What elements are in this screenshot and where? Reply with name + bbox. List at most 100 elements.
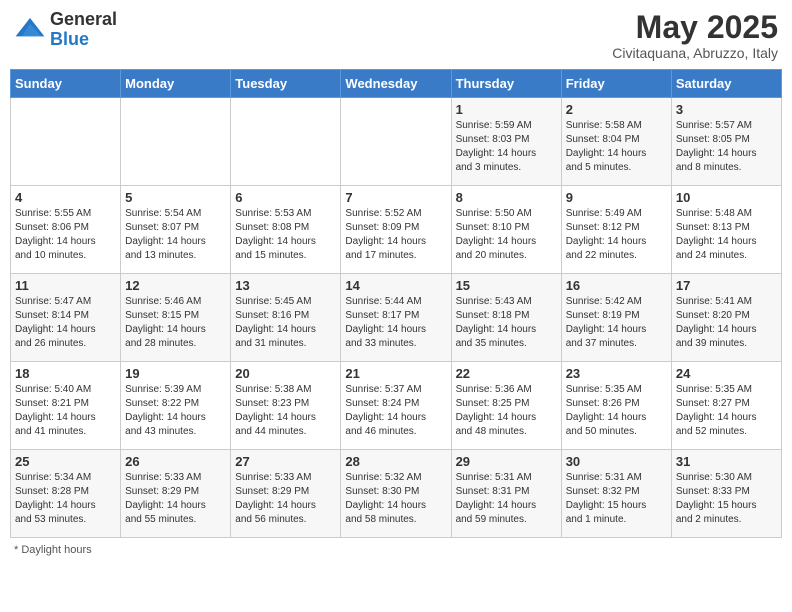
calendar-cell: 22 Sunrise: 5:36 AM Sunset: 8:25 PM Dayli… (451, 362, 561, 450)
month-title: May 2025 (612, 10, 778, 45)
calendar-cell: 17 Sunrise: 5:41 AM Sunset: 8:20 PM Dayli… (671, 274, 781, 362)
day-info: Sunrise: 5:34 AM Sunset: 8:28 PM Dayligh… (15, 471, 116, 527)
day-number: 1 (456, 102, 557, 117)
weekday-header-friday: Friday (561, 70, 671, 98)
footer-text: Daylight hours (21, 544, 91, 556)
day-info: Sunrise: 5:49 AM Sunset: 8:12 PM Dayligh… (566, 207, 667, 263)
calendar-cell: 23 Sunrise: 5:35 AM Sunset: 8:26 PM Dayli… (561, 362, 671, 450)
weekday-header-tuesday: Tuesday (231, 70, 341, 98)
day-number: 28 (345, 454, 446, 469)
day-info: Sunrise: 5:53 AM Sunset: 8:08 PM Dayligh… (235, 207, 336, 263)
day-number: 9 (566, 190, 667, 205)
day-number: 7 (345, 190, 446, 205)
day-info: Sunrise: 5:39 AM Sunset: 8:22 PM Dayligh… (125, 383, 226, 439)
day-number: 14 (345, 278, 446, 293)
day-info: Sunrise: 5:31 AM Sunset: 8:32 PM Dayligh… (566, 471, 667, 527)
calendar-cell: 7 Sunrise: 5:52 AM Sunset: 8:09 PM Daylig… (341, 186, 451, 274)
calendar-cell: 6 Sunrise: 5:53 AM Sunset: 8:08 PM Daylig… (231, 186, 341, 274)
calendar-cell: 30 Sunrise: 5:31 AM Sunset: 8:32 PM Dayli… (561, 450, 671, 538)
day-number: 17 (676, 278, 777, 293)
day-info: Sunrise: 5:38 AM Sunset: 8:23 PM Dayligh… (235, 383, 336, 439)
calendar-cell: 24 Sunrise: 5:35 AM Sunset: 8:27 PM Dayli… (671, 362, 781, 450)
day-number: 13 (235, 278, 336, 293)
day-number: 25 (15, 454, 116, 469)
day-number: 10 (676, 190, 777, 205)
page-header: General Blue May 2025 Civitaquana, Abruz… (10, 10, 782, 61)
day-info: Sunrise: 5:41 AM Sunset: 8:20 PM Dayligh… (676, 295, 777, 351)
calendar-cell: 21 Sunrise: 5:37 AM Sunset: 8:24 PM Dayli… (341, 362, 451, 450)
week-row-4: 18 Sunrise: 5:40 AM Sunset: 8:21 PM Dayli… (11, 362, 782, 450)
calendar-cell: 25 Sunrise: 5:34 AM Sunset: 8:28 PM Dayli… (11, 450, 121, 538)
calendar-cell: 20 Sunrise: 5:38 AM Sunset: 8:23 PM Dayli… (231, 362, 341, 450)
weekday-header-thursday: Thursday (451, 70, 561, 98)
day-number: 6 (235, 190, 336, 205)
day-number: 5 (125, 190, 226, 205)
week-row-1: 1 Sunrise: 5:59 AM Sunset: 8:03 PM Daylig… (11, 98, 782, 186)
day-number: 18 (15, 366, 116, 381)
day-number: 12 (125, 278, 226, 293)
day-number: 15 (456, 278, 557, 293)
calendar-cell: 12Sunrise: 5:46 AM Sunset: 8:15 PM Dayli… (121, 274, 231, 362)
logo-blue-text: Blue (50, 30, 117, 50)
calendar-cell: 28 Sunrise: 5:32 AM Sunset: 8:30 PM Dayli… (341, 450, 451, 538)
day-number: 3 (676, 102, 777, 117)
day-info: Sunrise: 5:50 AM Sunset: 8:10 PM Dayligh… (456, 207, 557, 263)
day-info: Sunrise: 5:52 AM Sunset: 8:09 PM Dayligh… (345, 207, 446, 263)
logo-text: General Blue (50, 10, 117, 50)
logo-icon (14, 14, 46, 46)
day-number: 20 (235, 366, 336, 381)
calendar-cell: 18 Sunrise: 5:40 AM Sunset: 8:21 PM Dayli… (11, 362, 121, 450)
calendar-cell: 16 Sunrise: 5:42 AM Sunset: 8:19 PM Dayli… (561, 274, 671, 362)
day-info: Sunrise: 5:32 AM Sunset: 8:30 PM Dayligh… (345, 471, 446, 527)
day-number: 30 (566, 454, 667, 469)
day-info: Sunrise: 5:40 AM Sunset: 8:21 PM Dayligh… (15, 383, 116, 439)
day-info: Sunrise: 5:31 AM Sunset: 8:31 PM Dayligh… (456, 471, 557, 527)
logo-general-text: General (50, 10, 117, 30)
day-info: Sunrise: 5:37 AM Sunset: 8:24 PM Dayligh… (345, 383, 446, 439)
day-info: Sunrise: 5:30 AM Sunset: 8:33 PM Dayligh… (676, 471, 777, 527)
day-number: 24 (676, 366, 777, 381)
calendar-cell: 8 Sunrise: 5:50 AM Sunset: 8:10 PM Daylig… (451, 186, 561, 274)
location-subtitle: Civitaquana, Abruzzo, Italy (612, 45, 778, 61)
day-info: Sunrise: 5:59 AM Sunset: 8:03 PM Dayligh… (456, 119, 557, 175)
week-row-2: 4Sunrise: 5:55 AM Sunset: 8:06 PM Daylig… (11, 186, 782, 274)
calendar-cell: 9 Sunrise: 5:49 AM Sunset: 8:12 PM Daylig… (561, 186, 671, 274)
day-number: 27 (235, 454, 336, 469)
day-info: Sunrise: 5:54 AM Sunset: 8:07 PM Dayligh… (125, 207, 226, 263)
day-number: 8 (456, 190, 557, 205)
calendar-cell: 11Sunrise: 5:47 AM Sunset: 8:14 PM Dayli… (11, 274, 121, 362)
calendar-cell: 5 Sunrise: 5:54 AM Sunset: 8:07 PM Daylig… (121, 186, 231, 274)
day-info: Sunrise: 5:45 AM Sunset: 8:16 PM Dayligh… (235, 295, 336, 351)
calendar-cell: 10 Sunrise: 5:48 AM Sunset: 8:13 PM Dayli… (671, 186, 781, 274)
day-info: Sunrise: 5:35 AM Sunset: 8:26 PM Dayligh… (566, 383, 667, 439)
calendar-cell: 3 Sunrise: 5:57 AM Sunset: 8:05 PM Daylig… (671, 98, 781, 186)
day-info: Sunrise: 5:36 AM Sunset: 8:25 PM Dayligh… (456, 383, 557, 439)
day-number: 21 (345, 366, 446, 381)
calendar-cell (11, 98, 121, 186)
day-info: Sunrise: 5:42 AM Sunset: 8:19 PM Dayligh… (566, 295, 667, 351)
calendar-cell: 14Sunrise: 5:44 AM Sunset: 8:17 PM Dayli… (341, 274, 451, 362)
weekday-header-saturday: Saturday (671, 70, 781, 98)
calendar-cell: 4Sunrise: 5:55 AM Sunset: 8:06 PM Daylig… (11, 186, 121, 274)
calendar-cell: 26Sunrise: 5:33 AM Sunset: 8:29 PM Dayli… (121, 450, 231, 538)
day-number: 22 (456, 366, 557, 381)
calendar-cell: 1 Sunrise: 5:59 AM Sunset: 8:03 PM Daylig… (451, 98, 561, 186)
day-number: 26 (125, 454, 226, 469)
day-number: 29 (456, 454, 557, 469)
week-row-5: 25 Sunrise: 5:34 AM Sunset: 8:28 PM Dayli… (11, 450, 782, 538)
day-number: 16 (566, 278, 667, 293)
day-number: 11 (15, 278, 116, 293)
day-number: 23 (566, 366, 667, 381)
day-number: 31 (676, 454, 777, 469)
calendar-table: SundayMondayTuesdayWednesdayThursdayFrid… (10, 69, 782, 538)
day-info: Sunrise: 5:57 AM Sunset: 8:05 PM Dayligh… (676, 119, 777, 175)
day-number: 4 (15, 190, 116, 205)
calendar-cell: 15 Sunrise: 5:43 AM Sunset: 8:18 PM Dayli… (451, 274, 561, 362)
calendar-cell (231, 98, 341, 186)
week-row-3: 11Sunrise: 5:47 AM Sunset: 8:14 PM Dayli… (11, 274, 782, 362)
day-info: Sunrise: 5:35 AM Sunset: 8:27 PM Dayligh… (676, 383, 777, 439)
footer-note: * Daylight hours (10, 544, 782, 556)
calendar-cell: 31 Sunrise: 5:30 AM Sunset: 8:33 PM Dayli… (671, 450, 781, 538)
day-info: Sunrise: 5:43 AM Sunset: 8:18 PM Dayligh… (456, 295, 557, 351)
day-info: Sunrise: 5:48 AM Sunset: 8:13 PM Dayligh… (676, 207, 777, 263)
